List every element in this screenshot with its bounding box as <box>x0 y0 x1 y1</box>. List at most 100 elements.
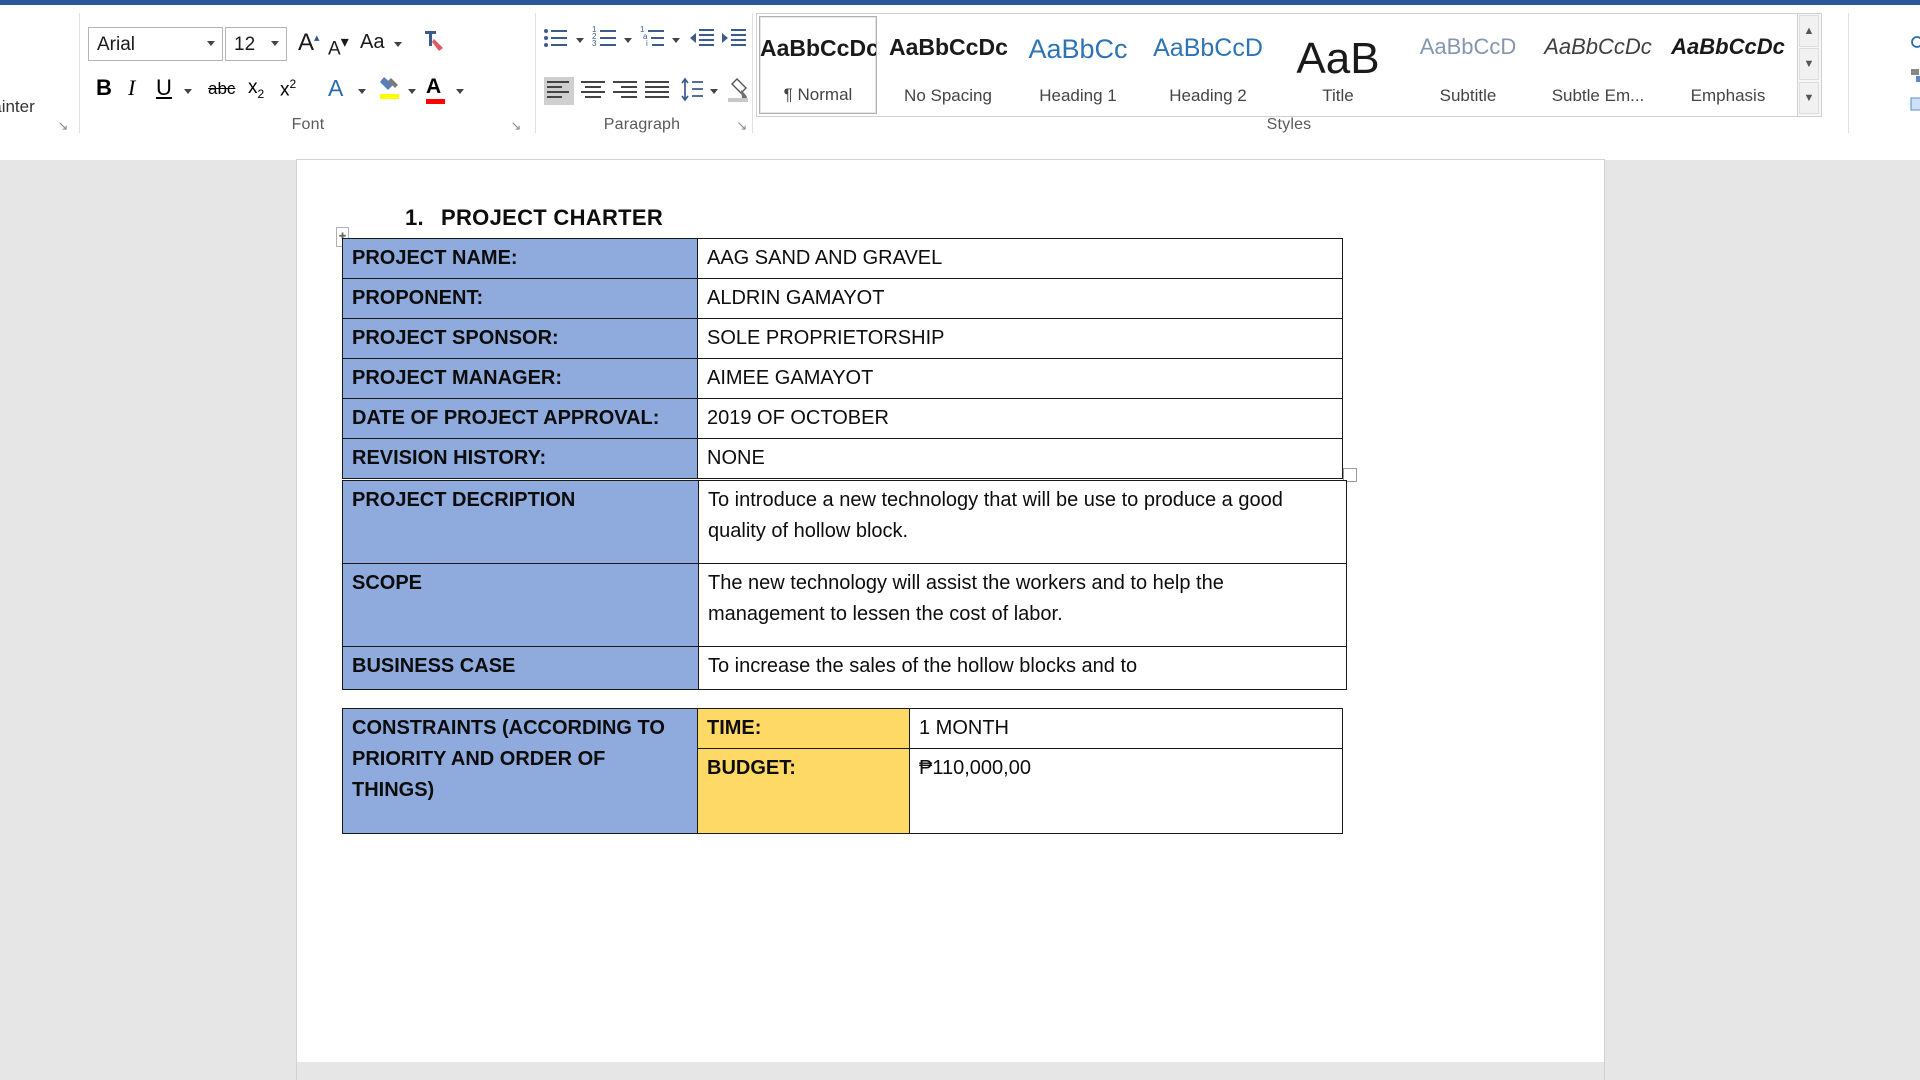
paragraph-dialog-launcher[interactable]: ↘ <box>734 118 750 134</box>
change-case-icon[interactable]: Aa <box>360 31 402 54</box>
strikethrough-button[interactable]: abc <box>208 79 235 99</box>
constraint-key-cell[interactable]: TIME: <box>697 708 910 749</box>
align-center-icon[interactable] <box>580 80 606 100</box>
shading-icon[interactable] <box>728 77 752 108</box>
decrease-indent-icon[interactable] <box>690 28 716 48</box>
chevron-down-icon[interactable] <box>672 38 680 43</box>
constraint-key-cell[interactable]: BUDGET: <box>697 748 910 834</box>
constraint-value-cell[interactable]: 1 MONTH <box>909 708 1343 749</box>
table-row[interactable]: DATE OF PROJECT APPROVAL: 2019 OF OCTOBER <box>342 398 1343 439</box>
styles-scroll-down-button[interactable]: ▼ <box>1799 48 1819 80</box>
font-size-combobox[interactable]: 12 <box>225 27 287 61</box>
styles-more-button[interactable]: ▼ <box>1799 82 1819 114</box>
table-row[interactable]: PROJECT DECRIPTION To introduce a new tec… <box>342 480 1347 564</box>
italic-button[interactable]: I <box>128 75 135 101</box>
clipboard-dialog-launcher[interactable]: ↘ <box>55 118 71 134</box>
font-dialog-launcher[interactable]: ↘ <box>508 118 524 134</box>
style-item-subtle-em[interactable]: AaBbCcDc Subtle Em... <box>1539 16 1657 114</box>
charter-label-cell[interactable]: REVISION HISTORY: <box>342 438 698 479</box>
align-right-icon[interactable] <box>612 80 638 100</box>
table-row[interactable]: BUSINESS CASE To increase the sales of th… <box>342 646 1347 690</box>
constraint-value-cell[interactable]: ₱110,000,00 <box>909 748 1343 834</box>
subscript-button[interactable]: x2 <box>248 77 264 101</box>
table-row[interactable]: PROJECT NAME: AAG SAND AND GRAVEL <box>342 238 1343 279</box>
chevron-down-icon[interactable] <box>358 89 366 94</box>
style-item-no-spacing[interactable]: AaBbCcDc No Spacing <box>889 16 1007 114</box>
charter-value-cell[interactable]: AIMEE GAMAYOT <box>697 358 1343 399</box>
align-left-icon[interactable] <box>544 77 574 105</box>
charter-label-cell[interactable]: PROJECT NAME: <box>342 238 698 279</box>
replace-icon[interactable] <box>1910 67 1920 90</box>
project-detail-table[interactable]: PROJECT DECRIPTION To introduce a new tec… <box>342 480 1347 690</box>
font-color-icon[interactable]: A <box>426 75 445 104</box>
word-window: at Painter ↘ Arial 12 A▴ A▾ <box>0 0 1920 1080</box>
detail-value-cell[interactable]: To increase the sales of the hollow bloc… <box>698 646 1347 690</box>
constraints-label-cell[interactable]: CONSTRAINTS (ACCORDING TO PRIORITY AND O… <box>342 708 698 834</box>
style-item-title[interactable]: AaB Title <box>1279 16 1397 114</box>
detail-value-cell[interactable]: To introduce a new technology that will … <box>698 480 1347 564</box>
font-group-label: Font <box>291 116 325 133</box>
charter-label-cell[interactable]: PROJECT SPONSOR: <box>342 318 698 359</box>
charter-value-cell[interactable]: AAG SAND AND GRAVEL <box>697 238 1343 279</box>
find-icon[interactable] <box>1910 35 1920 58</box>
charter-value-cell[interactable]: NONE <box>697 438 1343 479</box>
style-preview: AaBbCс <box>1028 34 1128 64</box>
bullets-icon[interactable] <box>544 27 572 49</box>
project-charter-table[interactable]: PROJECT NAME: AAG SAND AND GRAVEL PROPONEN… <box>342 238 1343 479</box>
charter-label-cell[interactable]: PROJECT MANAGER: <box>342 358 698 399</box>
shading-color-swatch <box>728 98 748 102</box>
multilevel-list-icon[interactable]: 1 a i <box>640 25 668 49</box>
superscript-button[interactable]: x2 <box>280 77 296 101</box>
line-spacing-icon[interactable] <box>680 77 706 108</box>
table-row[interactable]: SCOPE The new technology will assist the … <box>342 563 1347 647</box>
ribbon-group-font: Arial 12 A▴ A▾ Aa B I U abc x2 x2 A A Fo… <box>88 5 528 160</box>
charter-label-cell[interactable]: PROPONENT: <box>342 278 698 319</box>
detail-value-cell[interactable]: The new technology will assist the worke… <box>698 563 1347 647</box>
styles-scrollbar[interactable]: ▲ ▼ ▼ <box>1798 13 1822 117</box>
style-item-heading-1[interactable]: AaBbCс Heading 1 <box>1019 16 1137 114</box>
grow-font-icon[interactable]: A▴ <box>298 29 320 57</box>
charter-value-cell[interactable]: ALDRIN GAMAYOT <box>697 278 1343 319</box>
styles-gallery[interactable]: AaBbCcDc ¶ Normal AaBbCcDc No Spacing AaBbCс… <box>756 13 1798 117</box>
select-icon[interactable] <box>1910 97 1920 120</box>
style-item-emphasis[interactable]: AaBbCcDc Emphasis <box>1669 16 1787 114</box>
style-item-normal[interactable]: AaBbCcDc ¶ Normal <box>759 16 877 114</box>
detail-label-cell[interactable]: BUSINESS CASE <box>342 646 699 690</box>
style-item-subtitle[interactable]: AaBbCcD Subtitle <box>1409 16 1527 114</box>
underline-button[interactable]: U <box>156 75 172 101</box>
chevron-down-icon[interactable] <box>394 42 402 47</box>
format-painter-button[interactable]: at Painter <box>0 97 35 117</box>
charter-label-cell[interactable]: DATE OF PROJECT APPROVAL: <box>342 398 698 439</box>
increase-indent-icon[interactable] <box>722 28 748 48</box>
table-row[interactable]: PROJECT MANAGER: AIMEE GAMAYOT <box>342 358 1343 399</box>
justify-icon[interactable] <box>644 80 670 100</box>
bold-button[interactable]: B <box>96 75 112 101</box>
constraints-table[interactable]: CONSTRAINTS (ACCORDING TO PRIORITY AND O… <box>342 708 1343 834</box>
chevron-down-icon[interactable] <box>710 89 718 94</box>
chevron-down-icon[interactable] <box>576 38 584 43</box>
chevron-down-icon[interactable] <box>624 38 632 43</box>
table-row[interactable]: CONSTRAINTS (ACCORDING TO PRIORITY AND O… <box>342 708 1343 834</box>
clear-formatting-icon[interactable] <box>420 27 446 59</box>
table-row[interactable]: PROPONENT: ALDRIN GAMAYOT <box>342 278 1343 319</box>
chevron-down-icon[interactable] <box>271 41 279 46</box>
text-effects-icon[interactable]: A <box>328 75 343 102</box>
numbering-icon[interactable]: 1 2 3 <box>592 25 620 49</box>
font-name-combobox[interactable]: Arial <box>88 27 223 61</box>
charter-value-cell[interactable]: 2019 OF OCTOBER <box>697 398 1343 439</box>
charter-value-cell[interactable]: SOLE PROPRIETORSHIP <box>697 318 1343 359</box>
table-row[interactable]: PROJECT SPONSOR: SOLE PROPRIETORSHIP <box>342 318 1343 359</box>
detail-label-cell[interactable]: PROJECT DECRIPTION <box>342 480 699 564</box>
chevron-down-icon[interactable] <box>456 89 464 94</box>
chevron-down-icon[interactable] <box>207 41 215 46</box>
chevron-down-icon[interactable] <box>184 89 192 94</box>
document-page[interactable]: 1. PROJECT CHARTER ✚ PROJECT NAME: AAG SAN… <box>297 160 1604 1080</box>
workspace-left-margin <box>0 160 297 1080</box>
text-highlight-icon[interactable] <box>378 75 402 103</box>
style-item-heading-2[interactable]: AaBbCcD Heading 2 <box>1149 16 1267 114</box>
chevron-down-icon[interactable] <box>408 89 416 94</box>
styles-scroll-up-button[interactable]: ▲ <box>1799 15 1819 47</box>
detail-label-cell[interactable]: SCOPE <box>342 563 699 647</box>
table-row[interactable]: REVISION HISTORY: NONE <box>342 438 1343 479</box>
shrink-font-icon[interactable]: A▾ <box>328 32 349 60</box>
